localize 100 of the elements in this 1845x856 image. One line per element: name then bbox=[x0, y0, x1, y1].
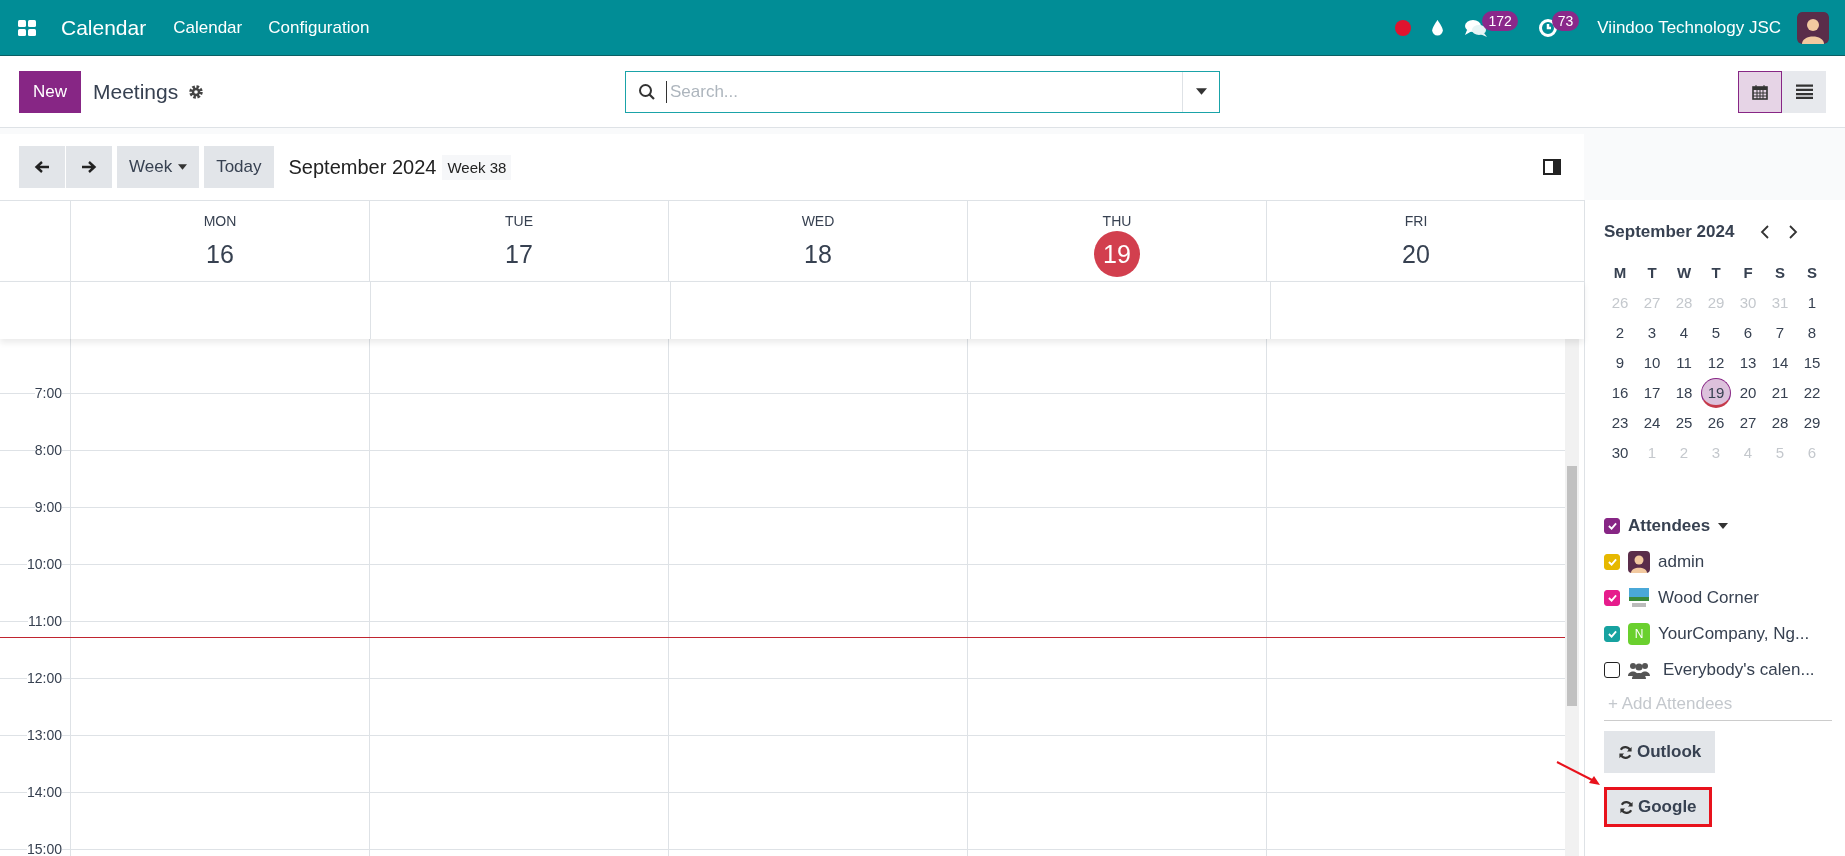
scrollbar[interactable] bbox=[1565, 339, 1579, 856]
date-cell[interactable]: 25 bbox=[1669, 408, 1699, 438]
attendee-name[interactable]: Everybody's calen... bbox=[1663, 660, 1815, 680]
date-cell[interactable]: 18 bbox=[1669, 378, 1699, 408]
date-cell[interactable]: 22 bbox=[1797, 378, 1827, 408]
time-label: 14:00 bbox=[26, 784, 62, 800]
day-number[interactable]: 17 bbox=[496, 231, 542, 277]
activity-count-badge: 73 bbox=[1551, 10, 1580, 31]
user-avatar-icon[interactable] bbox=[1797, 11, 1829, 44]
date-cell[interactable]: 19 bbox=[1701, 378, 1731, 408]
date-cell[interactable]: 6 bbox=[1733, 318, 1763, 348]
today-button[interactable]: Today bbox=[204, 146, 274, 188]
date-cell[interactable]: 15 bbox=[1797, 348, 1827, 378]
day-number[interactable]: 20 bbox=[1393, 231, 1439, 277]
date-cell[interactable]: 7 bbox=[1765, 318, 1795, 348]
app-grid-icon[interactable] bbox=[17, 17, 37, 38]
day-number[interactable]: 18 bbox=[795, 231, 841, 277]
sync-button[interactable]: Outlook bbox=[1604, 731, 1716, 773]
clock-icon[interactable] bbox=[1537, 17, 1558, 38]
time-label: 8:00 bbox=[34, 442, 62, 458]
check-icon bbox=[1607, 558, 1617, 566]
attendee-name[interactable]: YourCompany, Ng... bbox=[1658, 624, 1810, 644]
date-cell[interactable]: 16 bbox=[1605, 378, 1635, 408]
date-cell[interactable]: 23 bbox=[1605, 408, 1635, 438]
company-name[interactable]: Viindoo Technology JSC bbox=[1597, 17, 1781, 38]
arrow-right-icon bbox=[81, 160, 97, 174]
date-cell[interactable]: 24 bbox=[1637, 408, 1667, 438]
date-cell[interactable]: 12 bbox=[1701, 348, 1731, 378]
time-label: 11:00 bbox=[28, 613, 62, 629]
sync-button[interactable]: Google bbox=[1604, 787, 1712, 827]
search-icon bbox=[638, 82, 656, 101]
annotation-arrow bbox=[1556, 761, 1602, 787]
caret-icon bbox=[1195, 88, 1207, 95]
check-icon bbox=[1607, 630, 1617, 638]
time-label: 7:00 bbox=[34, 385, 62, 401]
date-cell[interactable]: 1 bbox=[1797, 288, 1827, 318]
date-cell[interactable]: 30 bbox=[1605, 438, 1635, 468]
scale-dropdown[interactable]: Week bbox=[117, 146, 200, 188]
sync-icon bbox=[1619, 799, 1634, 815]
check-icon bbox=[1607, 522, 1617, 530]
date-cell[interactable]: 8 bbox=[1797, 318, 1827, 348]
date-cell[interactable]: 11 bbox=[1669, 348, 1699, 378]
chevron-right-icon[interactable] bbox=[1788, 224, 1799, 240]
status-dot-icon[interactable] bbox=[1395, 19, 1412, 36]
date-cell[interactable]: 20 bbox=[1733, 378, 1763, 408]
drop-icon[interactable] bbox=[1431, 19, 1445, 36]
app-name-link[interactable]: Calendar bbox=[61, 15, 147, 40]
checkbox[interactable] bbox=[1604, 554, 1620, 570]
menu-link[interactable]: Calendar bbox=[173, 17, 243, 38]
list-icon bbox=[1795, 84, 1813, 99]
time-label: 10:00 bbox=[26, 556, 62, 572]
list-view-button[interactable] bbox=[1782, 70, 1826, 113]
month-title: September 2024 bbox=[1604, 222, 1735, 242]
weekday-label: FRI bbox=[1404, 213, 1428, 229]
date-cell[interactable]: 28 bbox=[1765, 408, 1795, 438]
date-cell[interactable]: 13 bbox=[1733, 348, 1763, 378]
weekday-letter: T bbox=[1710, 263, 1722, 283]
date-cell[interactable]: 21 bbox=[1765, 378, 1795, 408]
time-label: 9:00 bbox=[34, 499, 62, 515]
weekday-label: MON bbox=[203, 213, 237, 229]
date-cell[interactable]: 5 bbox=[1701, 318, 1731, 348]
date-cell[interactable]: 3 bbox=[1637, 318, 1667, 348]
next-button[interactable] bbox=[66, 146, 112, 188]
weekday-letter: T bbox=[1646, 263, 1658, 283]
attendees-heading[interactable]: Attendees bbox=[1628, 516, 1711, 536]
date-cell[interactable]: 17 bbox=[1637, 378, 1667, 408]
search-bar[interactable]: Search... bbox=[625, 70, 1220, 113]
time-label: 13:00 bbox=[26, 727, 62, 743]
date-cell[interactable]: 14 bbox=[1765, 348, 1795, 378]
new-button[interactable]: New bbox=[19, 70, 81, 113]
checkbox[interactable] bbox=[1604, 590, 1620, 606]
page-title: Meetings bbox=[93, 79, 179, 104]
attendee-name[interactable]: admin bbox=[1658, 552, 1705, 572]
day-number[interactable]: 16 bbox=[197, 231, 243, 277]
settings-icon[interactable] bbox=[188, 83, 205, 100]
date-cell[interactable]: 26 bbox=[1701, 408, 1731, 438]
check-icon bbox=[1607, 594, 1617, 602]
date-cell[interactable]: 29 bbox=[1797, 408, 1827, 438]
checkbox[interactable] bbox=[1604, 626, 1620, 642]
date-cell[interactable]: 4 bbox=[1669, 318, 1699, 348]
sidebar-toggle-icon[interactable] bbox=[1543, 159, 1561, 175]
date-cell[interactable]: 27 bbox=[1733, 408, 1763, 438]
date-cell[interactable]: 9 bbox=[1605, 348, 1635, 378]
message-count-badge: 172 bbox=[1482, 10, 1518, 31]
week-number-badge: Week 38 bbox=[442, 154, 512, 180]
initial-avatar: N bbox=[1628, 623, 1650, 645]
checkbox[interactable] bbox=[1604, 518, 1620, 534]
date-cell[interactable]: 10 bbox=[1637, 348, 1667, 378]
previous-button[interactable] bbox=[19, 146, 65, 188]
landscape-image-icon bbox=[1628, 587, 1650, 609]
menu-link[interactable]: Configuration bbox=[268, 17, 370, 38]
checkbox[interactable] bbox=[1604, 662, 1620, 678]
date-cell[interactable]: 2 bbox=[1605, 318, 1635, 348]
caret-icon[interactable] bbox=[1718, 523, 1729, 529]
sync-icon bbox=[1618, 744, 1633, 760]
group-icon bbox=[1628, 661, 1650, 679]
attendee-name[interactable]: Wood Corner bbox=[1658, 588, 1759, 608]
day-number[interactable]: 19 bbox=[1094, 231, 1140, 277]
calendar-view-button[interactable] bbox=[1738, 70, 1782, 113]
chevron-left-icon[interactable] bbox=[1760, 224, 1771, 240]
